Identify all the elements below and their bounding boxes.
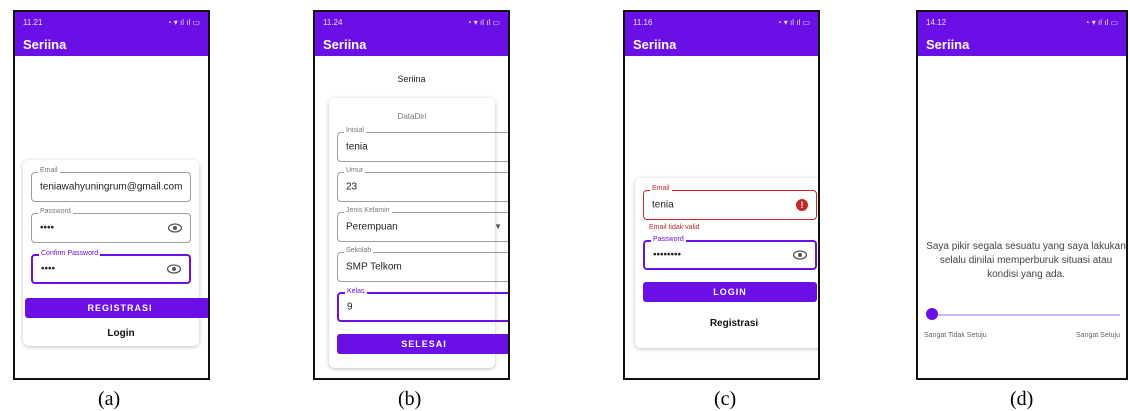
app-title: Seriina	[625, 32, 818, 56]
status-bar: 11.24 ◔ ▾ ıl ıl ▭	[315, 12, 508, 32]
registrasi-button[interactable]: REGISTRASI	[25, 298, 208, 318]
page-heading: Seriina	[397, 74, 426, 84]
visibility-icon[interactable]	[168, 223, 182, 233]
selesai-button[interactable]: SELESAI	[337, 334, 508, 354]
likert-slider[interactable]	[926, 308, 1122, 322]
screen-questionnaire: 14.12 ◔ ▾ ıl ıl ▭ Seriina Saya pikir seg…	[916, 10, 1128, 380]
status-time: 11.24	[323, 17, 343, 27]
registrasi-link[interactable]: Registrasi	[635, 318, 818, 329]
sekolah-field[interactable]: Sekolah SMP Telkom	[337, 247, 508, 282]
caption-b: (b)	[398, 388, 422, 410]
app-title: Seriina	[15, 32, 208, 56]
error-icon: !	[796, 199, 808, 211]
jenis-kelamin-value: Perempuan	[346, 221, 398, 233]
email-field[interactable]: Email tenia !	[643, 185, 817, 220]
password-field[interactable]: Password ••••	[31, 208, 191, 243]
login-link[interactable]: Login	[23, 328, 208, 339]
status-icons: ◔ ▾ ıl ıl ▭	[776, 17, 810, 27]
password-field[interactable]: Password ••••••••	[643, 236, 817, 270]
inisial-field[interactable]: Inisial tenia	[337, 127, 508, 162]
app-title: Seriina	[315, 32, 508, 56]
status-bar: 14.12 ◔ ▾ ıl ıl ▭	[918, 12, 1126, 32]
status-bar: 11.21 ◔ ▾ ıl ıl ▭	[15, 12, 208, 32]
visibility-icon[interactable]	[167, 264, 181, 274]
status-bar: 11.16 ◔ ▾ ıl ıl ▭	[625, 12, 818, 32]
inisial-value: tenia	[346, 141, 368, 153]
kelas-label: Kelas	[345, 288, 367, 295]
screen-registration: 11.21 ◔ ▾ ıl ıl ▭ Seriina Email teniawah…	[13, 10, 210, 380]
login-button[interactable]: LOGIN	[643, 282, 817, 302]
caption-c: (c)	[714, 388, 737, 410]
kelas-value: 9	[347, 301, 353, 313]
caption-d: (d)	[1010, 388, 1034, 410]
registration-card: Email teniawahyuningrum@gmail.com Passwo…	[23, 160, 208, 346]
umur-field[interactable]: Umur 23	[337, 167, 508, 202]
inisial-label: Inisial	[344, 127, 366, 134]
status-icons: ◔ ▾ ıl ıl ▭	[166, 17, 200, 27]
confirm-password-label: Confirm Password	[39, 250, 101, 257]
app-title: Seriina	[918, 32, 1126, 56]
question-text: Saya pikir segala sesuatu yang saya laku…	[926, 241, 1126, 280]
umur-label: Umur	[344, 167, 366, 174]
status-time: 14.12	[926, 17, 947, 27]
jenis-kelamin-label: Jenis Kelamin	[344, 207, 392, 214]
login-card: Email tenia ! Email tidak valid Password…	[635, 178, 818, 348]
password-label: Password	[651, 236, 686, 243]
jenis-kelamin-select[interactable]: Jenis Kelamin Perempuan ▼	[337, 207, 508, 242]
confirm-password-field[interactable]: Confirm Password ••••	[31, 250, 191, 284]
caption-a: (a)	[98, 388, 121, 410]
slider-min-label: Sangat Tidak Setuju	[924, 332, 987, 339]
email-error-text: Email tidak valid	[649, 224, 700, 231]
screen-data-diri: 11.24 ◔ ▾ ıl ıl ▭ Seriina Seriina DataDi…	[313, 10, 510, 380]
confirm-password-value: ••••	[41, 263, 56, 275]
data-diri-card: DataDiri Inisial tenia Umur 23 Jenis Kel…	[329, 98, 508, 368]
status-icons: ◔ ▾ ıl ıl ▭	[466, 17, 500, 27]
password-value: ••••	[40, 222, 55, 234]
status-icons: ◔ ▾ ıl ıl ▭	[1084, 17, 1118, 27]
kelas-field[interactable]: Kelas 9	[337, 288, 508, 322]
password-label: Password	[38, 208, 73, 215]
sekolah-label: Sekolah	[344, 247, 374, 254]
email-value: teniawahyuningrum@gmail.com	[40, 181, 183, 193]
status-time: 11.21	[23, 17, 43, 27]
dropdown-arrow-icon[interactable]: ▼	[494, 222, 502, 231]
umur-value: 23	[346, 181, 358, 193]
slider-thumb[interactable]	[926, 308, 938, 320]
email-label: Email	[650, 185, 672, 192]
visibility-icon[interactable]	[793, 250, 807, 260]
password-value: ••••••••	[653, 249, 682, 261]
email-label: Email	[38, 167, 60, 174]
slider-track	[934, 314, 1120, 316]
email-value: tenia	[652, 199, 674, 211]
sekolah-value: SMP Telkom	[346, 261, 402, 273]
email-field[interactable]: Email teniawahyuningrum@gmail.com	[31, 167, 191, 202]
card-title: DataDiri	[397, 112, 427, 121]
slider-max-label: Sangat Setuju	[1076, 332, 1120, 339]
screen-login: 11.16 ◔ ▾ ıl ıl ▭ Seriina Email tenia ! …	[623, 10, 820, 380]
status-time: 11.16	[633, 17, 653, 27]
